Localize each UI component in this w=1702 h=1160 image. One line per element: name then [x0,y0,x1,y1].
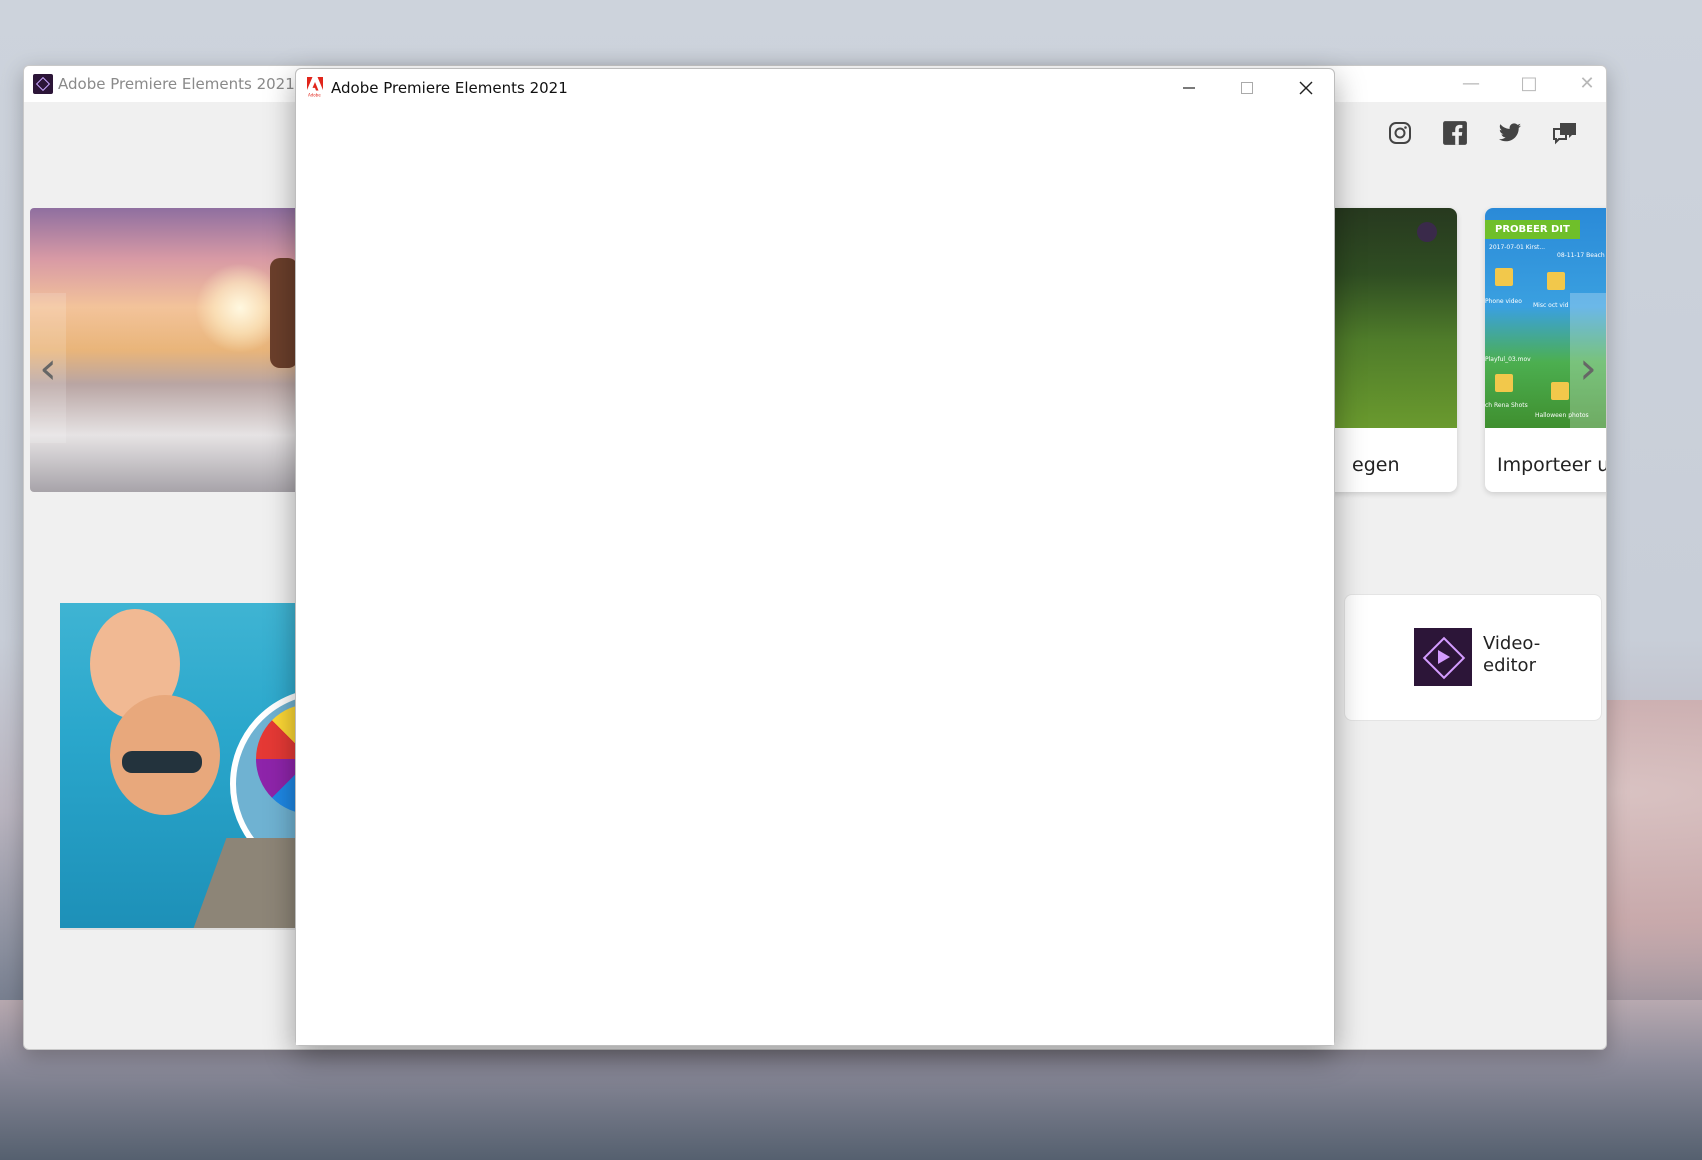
feedback-icon[interactable] [1550,118,1580,148]
back-maximize-button[interactable]: □ [1514,72,1544,96]
premiere-elements-app-icon [33,74,53,94]
premiere-badge-icon [1417,222,1437,242]
try-this-badge: PROBEER DIT [1485,220,1580,239]
video-editor-label: Video- editor [1483,633,1541,676]
beach-carousel-image[interactable] [30,208,300,492]
back-close-button[interactable]: ✕ [1572,72,1602,96]
back-minimize-button[interactable]: — [1456,72,1486,96]
folder-label: ch Rena Shots [1485,402,1528,409]
dialog-title: Adobe Premiere Elements 2021 [331,79,568,97]
folder-icon [1551,382,1569,400]
video-editor-button[interactable]: Video- editor [1344,594,1602,721]
premiere-video-editor-icon [1414,628,1472,686]
premiere-dialog-window: Adobe Adobe Premiere Elements 2021 [295,68,1335,1046]
twitter-icon[interactable] [1495,118,1525,148]
dialog-titlebar[interactable]: Adobe Adobe Premiere Elements 2021 [296,69,1334,107]
facebook-icon[interactable] [1440,118,1470,148]
svg-text:Adobe: Adobe [308,93,321,98]
umbrella [256,704,300,814]
instagram-icon[interactable] [1385,118,1415,148]
pool-collage-image[interactable] [60,603,300,930]
adobe-logo-icon: Adobe [307,77,323,98]
dialog-minimize-button[interactable] [1164,73,1214,103]
dialog-maximize-button[interactable] [1222,73,1272,103]
card-label: egen [1352,454,1400,476]
folder-label: 08-11-17 Beach [1557,252,1605,259]
sand-strip [193,838,300,928]
folder-icon [1547,272,1565,290]
folder-icon [1495,374,1513,392]
folder-icon [1495,268,1513,286]
jumping-person [270,258,298,368]
folder-label: Misc oct vid [1533,302,1569,309]
dialog-close-button[interactable] [1281,73,1331,103]
carousel-prev-button[interactable]: ‹ [30,293,66,443]
folder-label: Phone video [1485,298,1522,305]
goggles [122,751,202,773]
folder-label: Playful_03.mov [1485,356,1531,363]
carousel-next-button[interactable]: › [1570,293,1606,443]
folder-label: 2017-07-01 Kirst... [1489,244,1546,251]
back-window-title: Adobe Premiere Elements 2021 [58,75,295,93]
card-label: Importeer uw [1497,454,1606,476]
dialog-content-area [296,107,1334,1045]
